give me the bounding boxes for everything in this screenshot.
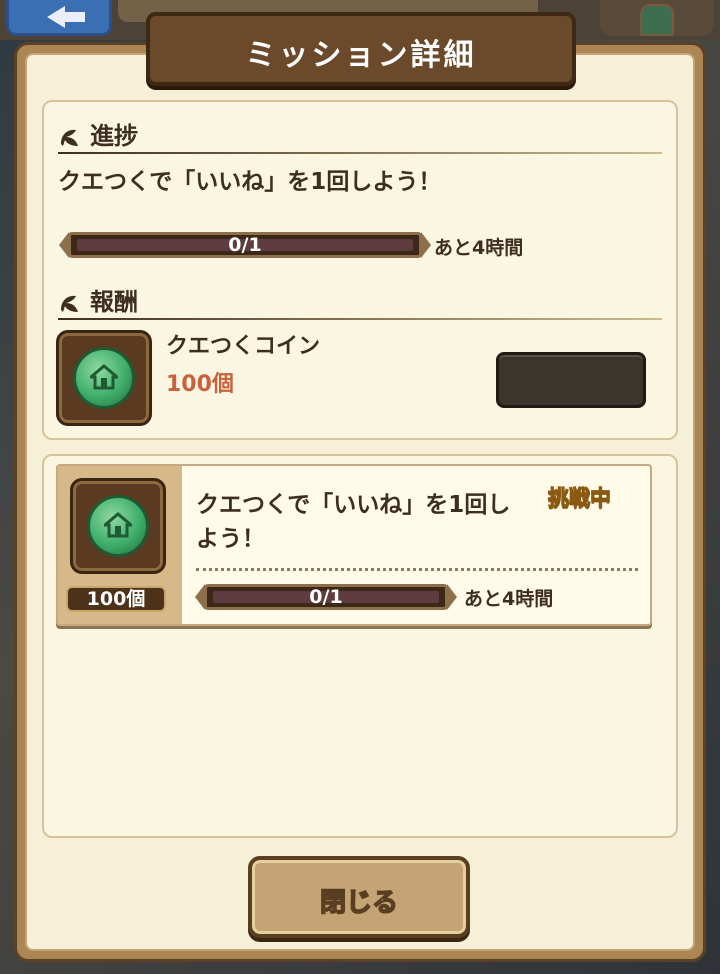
leaf-bullet-icon [61, 295, 78, 312]
back-button[interactable] [6, 0, 112, 36]
dialog-title-plate: ミッション詳細 [146, 12, 576, 86]
divider [58, 318, 662, 320]
list-item[interactable]: 100個 クエつくで「いいね」を1回しよう！ 挑戦中 0/1 あと4時間 [56, 464, 652, 626]
dialog-title: ミッション詳細 [245, 38, 477, 73]
reward-item-qty: 100個 [166, 372, 234, 397]
reward-item-frame [56, 330, 152, 426]
close-button[interactable]: 閉じる [248, 856, 470, 938]
progress-heading: 進捗 [58, 116, 138, 150]
mission-description: クエつくで「いいね」を1回しよう！ [58, 169, 442, 195]
divider [58, 152, 662, 154]
door-icon [640, 4, 674, 36]
mission-title: クエつくで「いいね」を1回しよう！ [196, 492, 511, 552]
mission-reward-qty: 100個 [66, 586, 166, 612]
leaf-bullet-icon [61, 129, 78, 146]
progress-text: 0/1 [309, 586, 343, 608]
green-house-coin-icon [73, 347, 135, 409]
background-door-button [600, 0, 714, 36]
reward-heading: 報酬 [58, 282, 138, 316]
progress-text: 0/1 [228, 234, 262, 256]
green-house-coin-icon [87, 495, 149, 557]
claim-reward-button[interactable] [496, 352, 646, 408]
reward-item-name: クエつくコイン [166, 334, 321, 359]
mission-progress-bar: 0/1 [195, 584, 457, 610]
mission-reward-frame [70, 478, 166, 574]
status-badge: 挑戦中 [548, 486, 612, 511]
mission-list: 100個 クエつくで「いいね」を1回しよう！ 挑戦中 0/1 あと4時間 [42, 454, 678, 838]
mission-detail-section: 進捗 クエつくで「いいね」を1回しよう！ 0/1 あと4時間 報酬 クエつくコイ… [42, 100, 678, 440]
time-left: あと4時間 [464, 588, 554, 610]
progress-bar: 0/1 [59, 232, 431, 258]
time-left: あと4時間 [434, 237, 524, 259]
dotted-divider [196, 568, 638, 571]
